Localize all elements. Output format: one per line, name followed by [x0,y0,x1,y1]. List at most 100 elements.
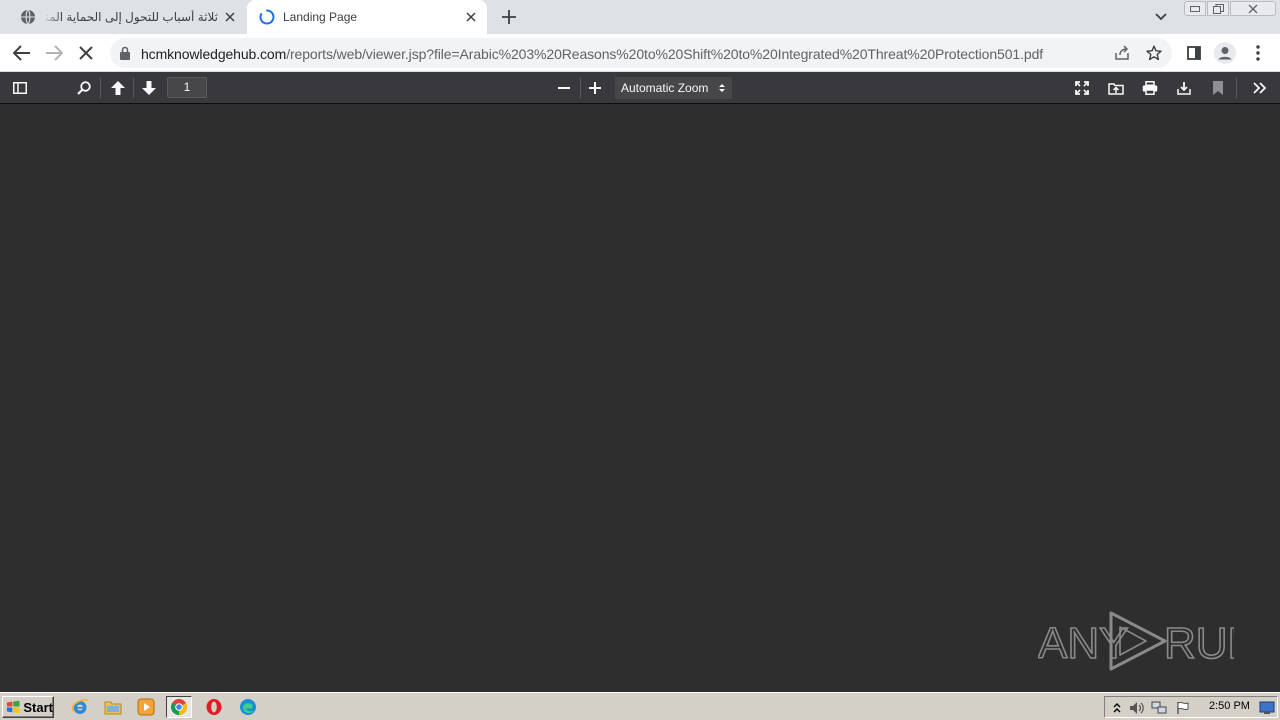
taskbar: Start 2:50 PM [0,692,1280,720]
tab-title: ثلاثة أسباب للتحول إلى الحماية المتكاملة [44,10,218,24]
zoom-in-button[interactable] [583,76,607,100]
toolbar-separator [133,78,134,98]
open-folder-icon [1108,83,1124,95]
select-caret-icon [719,84,725,92]
page-number-input[interactable]: 1 [167,77,207,98]
profile-button[interactable] [1213,41,1237,65]
kebab-menu-icon [1256,45,1260,61]
restore-icon [1212,3,1224,14]
ie-icon [71,698,89,714]
start-button[interactable]: Start [2,696,54,718]
loading-spinner-icon [259,9,275,25]
url-text[interactable]: hcmknowledgehub.com/reports/web/viewer.j… [141,46,1043,62]
star-icon [1146,45,1162,61]
plus-icon [589,82,601,94]
close-icon [1248,4,1258,13]
url-host: hcmknowledgehub.com [141,46,287,62]
speaker-icon [1130,702,1144,714]
zoom-select-label: Automatic Zoom [621,81,709,95]
download-button[interactable] [1172,76,1196,100]
browser-toolbar: hcmknowledgehub.com/reports/web/viewer.j… [0,34,1280,72]
opera-icon [206,699,222,715]
restore-window-button[interactable] [1207,1,1229,16]
next-page-button[interactable] [137,76,161,100]
find-button[interactable] [72,76,96,100]
volume-button[interactable] [1129,700,1145,716]
watermark-text-left: ANY [1038,619,1128,668]
arrow-right-icon [46,45,63,61]
close-tab-icon[interactable] [222,9,238,25]
minimize-window-button[interactable] [1184,1,1206,16]
arrow-up-icon [111,81,125,95]
network-button[interactable] [1151,700,1167,716]
new-tab-button[interactable] [497,5,521,29]
bookmark-star-button[interactable] [1144,43,1164,63]
sidebar-toggle-icon [13,82,27,94]
desktop-icon [1259,701,1275,714]
double-chevron-right-icon [1253,82,1267,94]
toggle-sidebar-button[interactable] [8,76,32,100]
windows-logo-icon [6,700,20,714]
show-desktop-button[interactable] [1259,700,1275,716]
taskbar-media-player[interactable] [133,696,159,718]
close-window-button[interactable] [1230,1,1276,16]
system-tray: 2:50 PM [1104,696,1278,718]
tab-search-button[interactable] [1151,7,1171,27]
globe-icon [21,9,35,25]
taskbar-opera[interactable] [201,696,227,718]
taskbar-ie[interactable] [67,696,93,718]
start-label: Start [23,699,53,715]
close-tab-icon[interactable] [463,9,479,25]
tab-landing-page[interactable]: Landing Page [247,0,487,34]
taskbar-edge[interactable] [235,696,261,718]
minus-icon [558,87,570,89]
toolbar-separator [100,78,101,98]
tab-strip: ثلاثة أسباب للتحول إلى الحماية المتكاملة… [0,0,1280,34]
presentation-mode-button[interactable] [1070,76,1094,100]
action-center-button[interactable] [1175,700,1191,716]
forward-button[interactable] [42,41,66,65]
media-player-icon [137,698,155,716]
show-hidden-icons-button[interactable] [1109,700,1125,716]
zoom-out-button[interactable] [552,76,576,100]
fullscreen-icon [1075,81,1089,95]
share-button[interactable] [1112,43,1132,63]
side-panel-button[interactable] [1182,41,1206,65]
taskbar-clock[interactable]: 2:50 PM [1209,700,1250,712]
tab-arabic-report[interactable]: ثلاثة أسباب للتحول إلى الحماية المتكاملة [8,0,246,34]
stop-loading-button[interactable] [74,41,98,65]
flag-icon [1177,701,1189,714]
printer-icon [1142,81,1158,95]
taskbar-explorer[interactable] [100,696,126,718]
network-icon [1151,701,1167,714]
pdf-toolbar: 1 Automatic Zoom [0,72,1280,104]
zoom-select[interactable]: Automatic Zoom [614,76,733,100]
open-file-button[interactable] [1104,76,1128,100]
print-button[interactable] [1138,76,1162,100]
tools-menu-button[interactable] [1248,76,1272,100]
plus-icon [502,10,516,24]
anyrun-watermark: ANY RUN [1038,611,1234,671]
bookmark-icon [1213,81,1223,95]
bookmark-view-button[interactable] [1206,76,1230,100]
lock-icon[interactable] [118,46,132,60]
chevron-up-icon [1113,703,1121,713]
pdf-viewer-container[interactable] [0,105,1280,692]
explorer-folder-icon [104,701,122,715]
edge-icon [240,699,256,715]
share-icon [1115,45,1129,60]
arrow-left-icon [13,45,30,61]
search-icon [77,81,91,95]
previous-page-button[interactable] [106,76,130,100]
back-button[interactable] [10,41,34,65]
avatar-icon [1214,42,1236,64]
chevron-down-icon [1155,13,1167,21]
taskbar-chrome[interactable] [166,696,192,718]
watermark-text-right: RUN [1164,619,1234,668]
minimize-icon [1190,5,1200,12]
chrome-icon [171,699,187,715]
browser-menu-button[interactable] [1246,41,1270,65]
close-icon [79,46,93,60]
url-path: /reports/web/viewer.jsp?file=Arabic%203%… [286,46,1044,62]
address-bar[interactable]: hcmknowledgehub.com/reports/web/viewer.j… [110,38,1172,68]
